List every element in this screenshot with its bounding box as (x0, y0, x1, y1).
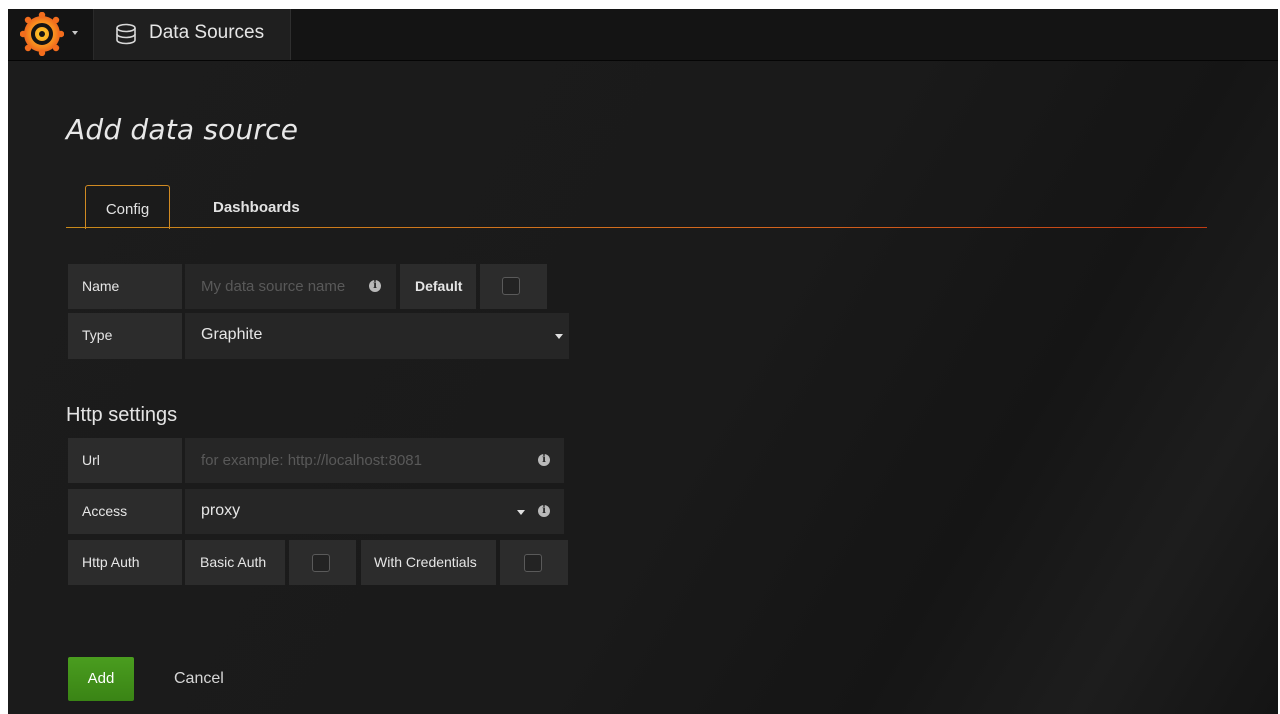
top-navbar: Data Sources (8, 9, 1278, 61)
nav-section-title: Data Sources (149, 22, 265, 43)
chevron-down-icon (72, 31, 78, 35)
basic-auth-label-text: Basic Auth (200, 554, 267, 570)
default-label-text: Default (415, 278, 463, 294)
name-input-placeholder: My data source name (201, 278, 346, 295)
url-label-text: Url (82, 452, 100, 468)
tab-underline (66, 227, 1207, 228)
app-window: Data Sources Add data source Config Dash… (8, 9, 1278, 714)
add-button[interactable]: Add (68, 657, 134, 701)
caret-down-icon (517, 510, 525, 515)
default-checkbox[interactable] (502, 277, 520, 295)
basic-auth-checkbox-cell (289, 540, 356, 585)
add-button-label: Add (87, 670, 115, 687)
with-credentials-checkbox-cell (500, 540, 568, 585)
info-icon[interactable]: i (538, 454, 550, 466)
access-label: Access (68, 489, 182, 534)
logo-menu-button[interactable] (8, 9, 94, 60)
url-label: Url (68, 438, 182, 483)
basic-auth-checkbox[interactable] (312, 554, 330, 572)
type-select[interactable]: Graphite (185, 313, 569, 359)
default-checkbox-cell (480, 264, 547, 309)
type-label: Type (68, 313, 182, 359)
name-label: Name (68, 264, 182, 309)
grafana-logo-icon (20, 12, 64, 56)
with-credentials-label-text: With Credentials (374, 554, 477, 570)
nav-data-sources[interactable]: Data Sources (94, 9, 291, 60)
page-title: Add data source (66, 113, 299, 146)
name-label-text: Name (82, 278, 120, 294)
database-icon (116, 23, 136, 45)
url-input[interactable]: for example: http://localhost:8081 i (185, 438, 564, 483)
with-credentials-label: With Credentials (361, 540, 496, 585)
type-select-value: Graphite (201, 326, 263, 343)
default-label: Default (400, 264, 476, 309)
tab-config[interactable]: Config (85, 185, 170, 229)
access-label-text: Access (82, 503, 128, 519)
name-input[interactable]: My data source name i (185, 264, 396, 309)
http-settings-title: Http settings (66, 404, 178, 426)
cancel-button[interactable]: Cancel (174, 670, 224, 688)
tab-config-label: Config (105, 201, 150, 218)
url-input-placeholder: for example: http://localhost:8081 (201, 452, 422, 469)
http-auth-label-text: Http Auth (82, 554, 140, 570)
with-credentials-checkbox[interactable] (524, 554, 542, 572)
access-select[interactable]: proxy i (185, 489, 564, 534)
basic-auth-label: Basic Auth (185, 540, 285, 585)
access-select-value: proxy (201, 502, 241, 519)
tab-dashboards[interactable]: Dashboards (213, 199, 300, 216)
http-auth-label: Http Auth (68, 540, 182, 585)
info-icon[interactable]: i (369, 280, 381, 292)
caret-down-icon (555, 334, 563, 339)
info-icon[interactable]: i (538, 505, 550, 517)
type-label-text: Type (82, 327, 113, 343)
